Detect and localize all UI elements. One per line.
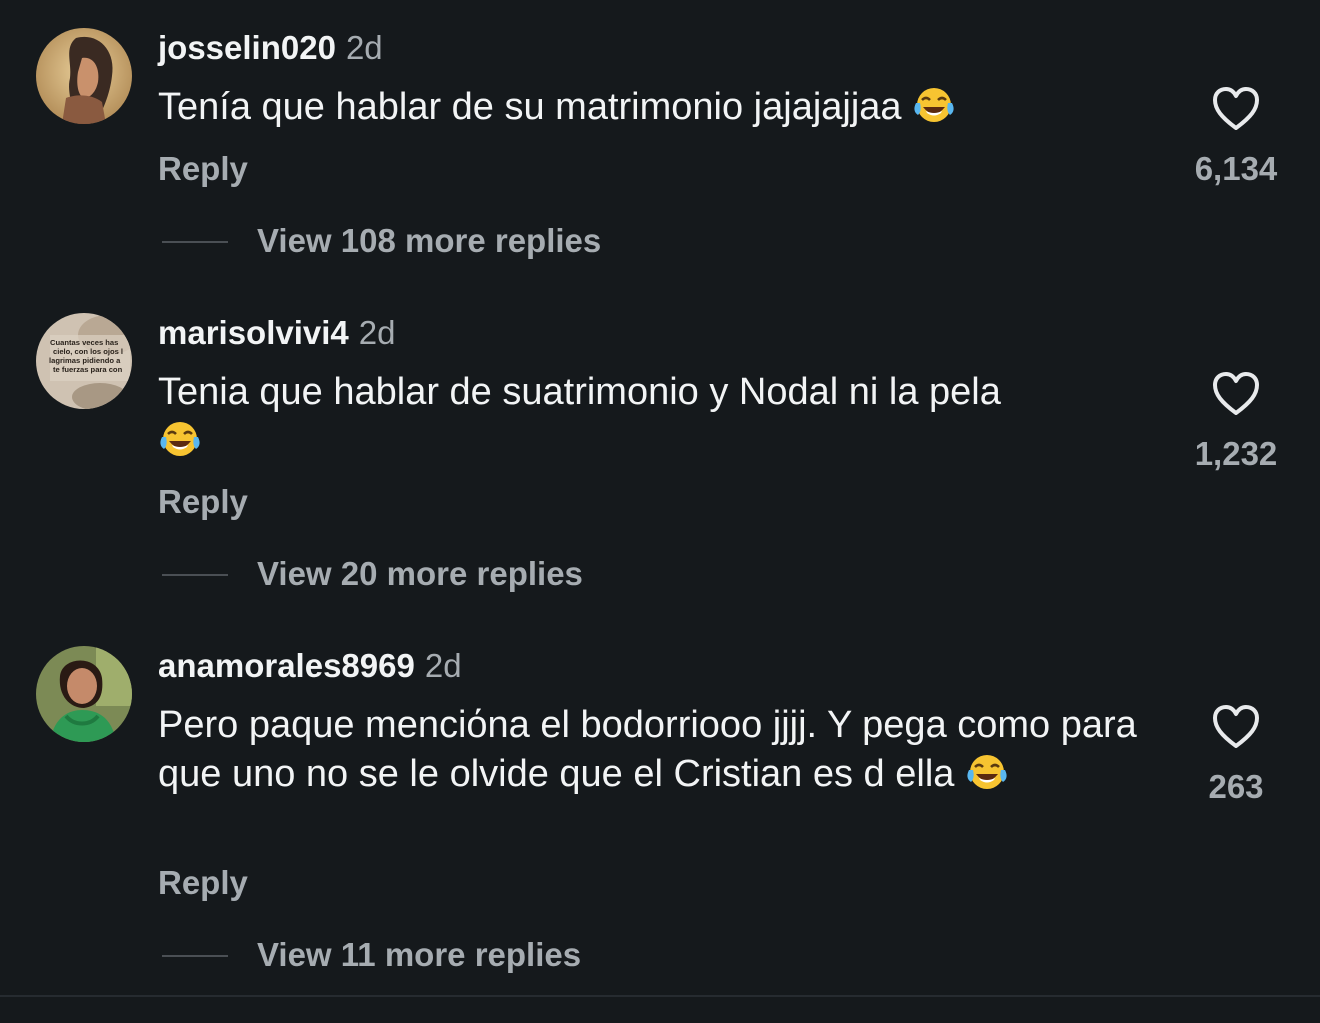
comment-text: Pero paque menciόna el bodorriooo jjjj. … [158,704,1137,795]
like-count: 1,232 [1194,435,1278,472]
like-control: 263 [1188,704,1284,806]
tears-of-joy-emoji-icon [914,88,954,122]
view-more-replies-label[interactable]: View 108 more replies [257,222,601,260]
divider [0,995,1320,997]
heart-icon[interactable] [1211,86,1261,132]
view-more-replies-label[interactable]: View 11 more replies [257,936,581,974]
avatar[interactable]: Cuantas veces has cielo, con los ojos l … [36,313,132,409]
username[interactable]: anamorales8969 2d [158,646,462,686]
avatar-photo: Cuantas veces has cielo, con los ojos l … [36,313,132,409]
tears-of-joy-emoji-icon [967,755,1007,789]
reply-button[interactable]: Reply [158,483,248,521]
thread-line [162,241,228,243]
avatar[interactable] [36,28,132,124]
thread-line [162,955,228,957]
like-count: 263 [1208,768,1264,805]
reply-button[interactable]: Reply [158,150,248,188]
comment-text: Tenia que hablar de suatrimonio y Nodal … [158,368,1148,466]
comment-age: 2d [345,29,383,66]
like-count: 6,134 [1194,150,1278,187]
heart-icon[interactable] [1211,371,1261,417]
avatar-text-line: lagrimas pidiendo a [49,356,121,365]
username[interactable]: josselin020 2d [158,28,383,68]
heart-icon[interactable] [1211,704,1261,750]
like-control: 6,134 [1188,86,1284,188]
tears-of-joy-emoji-icon [160,422,200,456]
thread-line [162,574,228,576]
avatar-photo [36,646,132,742]
reply-button[interactable]: Reply [158,864,248,902]
like-control: 1,232 [1188,371,1284,473]
comments-page: josselin020 2d Tenía que hablar de su mat… [0,0,1320,1023]
comment-age: 2d [358,314,396,351]
avatar-text-line: cielo, con los ojos l [53,347,123,356]
username[interactable]: marisolvivi4 2d [158,313,396,353]
avatar-photo [36,28,132,124]
avatar-text-line: te fuerzas para con [53,365,123,374]
comment-age: 2d [424,647,462,684]
view-more-replies-label[interactable]: View 20 more replies [257,555,583,593]
avatar-text-line: Cuantas veces has [50,338,118,347]
comment-text: Tenía que hablar de su matrimonio jajaja… [158,83,1148,132]
avatar[interactable] [36,646,132,742]
